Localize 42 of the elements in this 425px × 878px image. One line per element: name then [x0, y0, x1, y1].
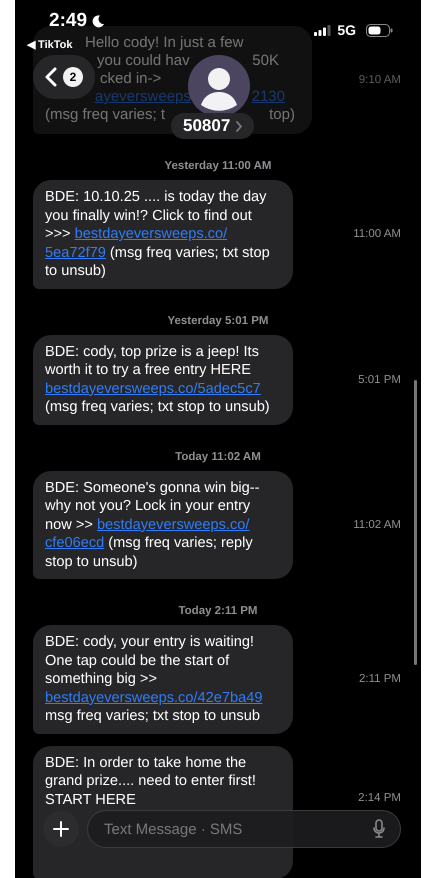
message-time: 2:11 PM	[358, 673, 402, 686]
timestamp: Today 2:11 PM	[177, 605, 259, 617]
network-label: 5G	[337, 22, 356, 38]
timestamp: Yesterday 5:01 PM	[166, 314, 270, 326]
message-time: 9:10 AM	[358, 74, 402, 86]
message-input-field[interactable]: Text Message · SMS	[87, 810, 401, 848]
message-text: BDE: cody, top prize is a jeep! Its worth it to try a free entry HERE bestdayeversweeps.co/5adec5c7 (msg freq varies; txt stop to unsub)	[45, 342, 271, 416]
microphone-icon[interactable]	[373, 819, 385, 838]
message-text: (msg freq varies; t	[45, 106, 166, 124]
moon-icon	[91, 14, 106, 28]
message-text: BDE: 10.10.25 .... is today the day you finally win!? Click to find out >>> bestdayeversweeps.co/ 5ea72f79 (msg freq varies; txt stop to unsub)	[45, 188, 271, 280]
chevron-right-icon	[236, 120, 242, 132]
back-to-app-link[interactable]: ◀ TikTok	[27, 38, 72, 51]
contact-name-button[interactable]: 50807	[171, 113, 254, 139]
back-button[interactable]: 2	[33, 55, 95, 99]
message-time: 2:14 PM	[357, 790, 402, 804]
plus-icon	[53, 821, 69, 837]
message-link[interactable]: bestdayeversweeps.co/	[74, 226, 228, 242]
timestamp: Yesterday 11:00 AM	[164, 160, 272, 172]
message-text: BDE: Someone's gonna win big-- why not you? Lock in your entry now >> bestdayeversweeps.co/ cfe06ecd (msg freq varies; reply stop to unsub)	[45, 478, 261, 571]
timestamp: Today 11:02 AM	[174, 450, 262, 462]
message-text: 50K	[252, 52, 279, 70]
message-time: 11:00 AM	[352, 228, 402, 240]
clock: 2:49	[49, 10, 88, 32]
message-link[interactable]: cfe06ecd	[45, 535, 104, 551]
message-link[interactable]: bestdayeversweeps.co/42e7ba49	[45, 690, 262, 706]
message-link[interactable]: 5ea72f79	[45, 244, 106, 260]
message-link[interactable]: bestdayeversweeps.co/	[96, 516, 250, 532]
scrollbar[interactable]	[414, 380, 417, 665]
signal-icon	[314, 24, 332, 36]
message-text: you could hav	[97, 52, 190, 70]
message-text: top)	[269, 106, 295, 124]
message-text: BDE: cody, your entry is waiting! One tap could be the start of something big >> bestdayeversweeps.co/42e7ba49 msg freq varies; txt stop to unsub	[45, 633, 264, 726]
message-time: 11:02 AM	[352, 518, 402, 531]
chevron-left-icon	[45, 67, 57, 87]
message-text: cked in->	[100, 70, 162, 88]
message-text: BDE: In order to take home the grand prize.... need to enter first! START HERE	[45, 754, 257, 809]
message-time: 5:01 PM	[357, 374, 402, 386]
message-link[interactable]: bestdayeversweeps.co/5adec5c7	[45, 380, 261, 396]
message-text: Hello cody! In just a few	[85, 34, 244, 52]
battery-icon	[366, 24, 393, 36]
unread-badge: 2	[63, 67, 83, 87]
